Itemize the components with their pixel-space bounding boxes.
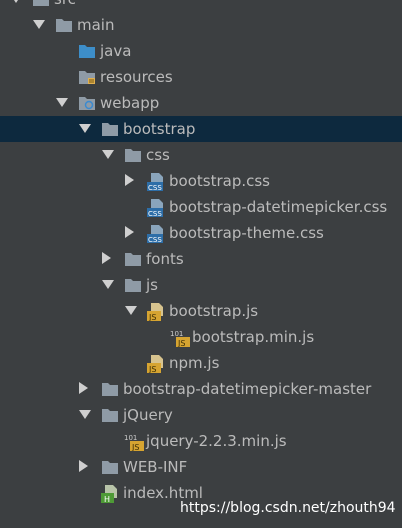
css-file-icon: CSS — [147, 225, 167, 247]
tree-row-label: bootstrap-datetimepicker-master — [123, 380, 372, 398]
expand-arrow-closed-icon[interactable] — [79, 460, 88, 472]
svg-text:H: H — [104, 495, 110, 503]
tree-row[interactable]: JS bootstrap.js — [0, 298, 402, 324]
folder-icon — [124, 251, 142, 271]
tree-row[interactable]: bootstrap — [0, 116, 402, 142]
tree-row[interactable]: java — [0, 38, 402, 64]
expand-arrow-closed-icon[interactable] — [79, 382, 88, 394]
js-file-icon: JS — [147, 303, 167, 325]
tree-row[interactable]: CSS bootstrap-datetimepicker.css — [0, 194, 402, 220]
source-folder-icon — [78, 43, 96, 63]
expand-arrow-open-icon[interactable] — [33, 20, 45, 29]
tree-row[interactable]: bootstrap-datetimepicker-master — [0, 376, 402, 402]
tree-row-label: css — [146, 146, 170, 164]
expand-arrow-open-icon[interactable] — [102, 280, 114, 289]
svg-text:JS: JS — [177, 339, 185, 347]
folder-icon — [124, 147, 142, 167]
tree-row-label: resources — [100, 68, 173, 86]
tree-row-label: npm.js — [169, 354, 220, 372]
svg-text:101: 101 — [124, 434, 137, 442]
tree-row[interactable]: 101 JS jquery-2.2.3.min.js — [0, 428, 402, 454]
project-tree: srcmain java resources webapp bootstrap css CS… — [0, 0, 402, 528]
expand-arrow-open-icon[interactable] — [102, 150, 114, 159]
tree-row[interactable]: css — [0, 142, 402, 168]
expand-arrow-open-icon[interactable] — [10, 0, 22, 3]
css-file-icon: CSS — [147, 173, 167, 195]
svg-text:CSS: CSS — [148, 236, 162, 243]
tree-row[interactable]: JS npm.js — [0, 350, 402, 376]
folder-icon — [101, 381, 119, 401]
tree-row[interactable]: 101 JS bootstrap.min.js — [0, 324, 402, 350]
html-file-icon: H — [101, 485, 121, 507]
resources-folder-icon — [78, 69, 96, 89]
folder-icon — [55, 17, 73, 37]
tree-row-label: WEB-INF — [123, 458, 188, 476]
tree-row-label: jquery-2.2.3.min.js — [146, 432, 287, 450]
expand-arrow-closed-icon[interactable] — [125, 226, 134, 238]
web-folder-icon — [78, 95, 96, 115]
svg-text:JS: JS — [148, 365, 156, 373]
expand-arrow-open-icon[interactable] — [79, 124, 91, 133]
expand-arrow-closed-icon[interactable] — [125, 174, 134, 186]
tree-row[interactable]: resources — [0, 64, 402, 90]
expand-arrow-open-icon[interactable] — [125, 306, 137, 315]
tree-row[interactable]: fonts — [0, 246, 402, 272]
min-js-file-icon: 101 JS — [124, 433, 146, 455]
tree-row-label: bootstrap — [123, 120, 196, 138]
folder-icon — [101, 459, 119, 479]
tree-row-label: main — [77, 16, 115, 34]
tree-row[interactable]: CSS bootstrap-theme.css — [0, 220, 402, 246]
css-file-icon: CSS — [147, 199, 167, 221]
tree-row-label: java — [100, 42, 132, 60]
min-js-file-icon: 101 JS — [170, 329, 192, 351]
folder-icon — [32, 0, 50, 11]
tree-row-label: fonts — [146, 250, 184, 268]
tree-row-label: bootstrap-theme.css — [169, 224, 324, 242]
tree-row[interactable]: jQuery — [0, 402, 402, 428]
folder-icon — [101, 407, 119, 427]
tree-row-label: js — [146, 276, 158, 294]
watermark-text: https://blog.csdn.net/zhouth94 — [180, 500, 396, 516]
tree-row[interactable]: main — [0, 12, 402, 38]
svg-text:101: 101 — [170, 330, 183, 338]
svg-text:JS: JS — [131, 443, 139, 451]
expand-arrow-closed-icon[interactable] — [102, 252, 111, 264]
tree-row-label: webapp — [100, 94, 160, 112]
tree-row[interactable]: js — [0, 272, 402, 298]
tree-row[interactable]: WEB-INF — [0, 454, 402, 480]
tree-row-label: jQuery — [123, 406, 173, 424]
svg-text:JS: JS — [148, 313, 156, 321]
tree-row[interactable]: src — [0, 0, 402, 12]
tree-row-label: src — [54, 0, 76, 9]
tree-row-label: bootstrap.css — [169, 172, 270, 190]
js-file-icon: JS — [147, 355, 167, 377]
tree-row[interactable]: webapp — [0, 90, 402, 116]
svg-text:CSS: CSS — [148, 210, 162, 217]
expand-arrow-open-icon[interactable] — [56, 98, 68, 107]
tree-row-label: bootstrap.js — [169, 302, 259, 320]
tree-row-label: bootstrap.min.js — [192, 328, 315, 346]
expand-arrow-open-icon[interactable] — [79, 410, 91, 419]
folder-icon — [124, 277, 142, 297]
tree-row[interactable]: CSS bootstrap.css — [0, 168, 402, 194]
folder-icon — [101, 121, 119, 141]
tree-row-label: bootstrap-datetimepicker.css — [169, 198, 388, 216]
svg-text:CSS: CSS — [148, 184, 162, 191]
